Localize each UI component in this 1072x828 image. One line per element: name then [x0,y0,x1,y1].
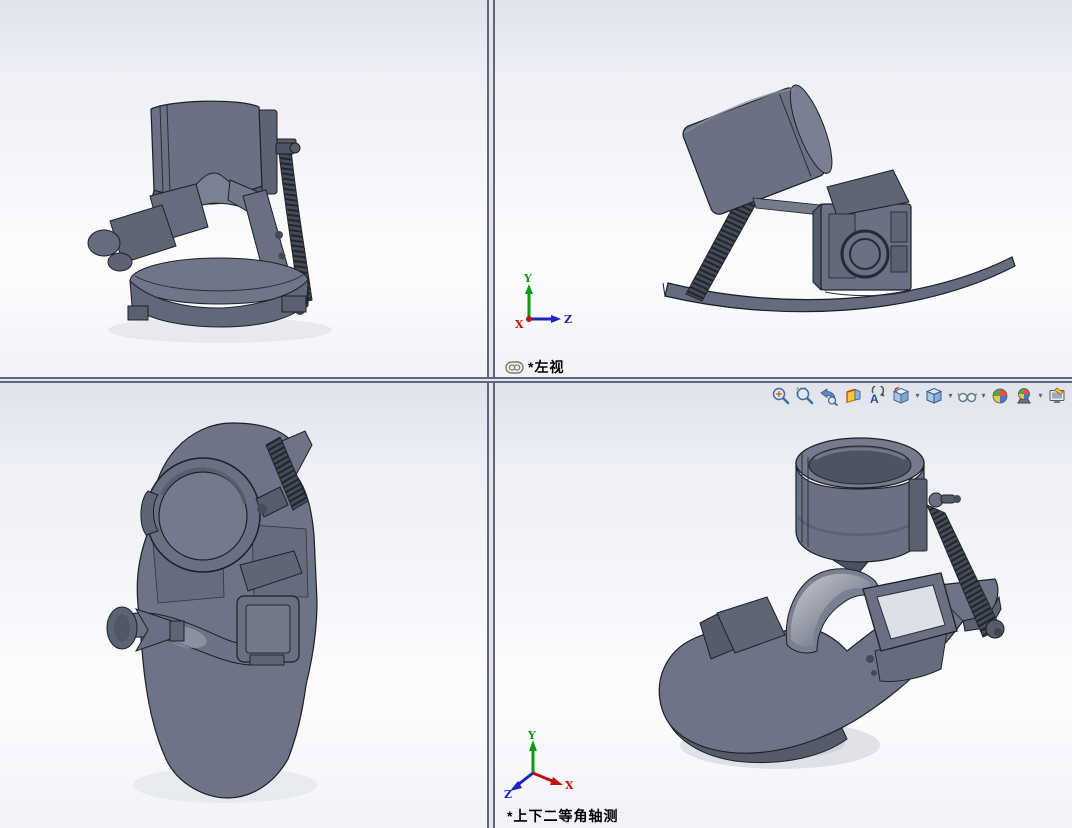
viewport-isometric-view[interactable]: A ▾ ▾ [495,383,1072,828]
hide-show-items-button[interactable] [955,384,979,407]
model-isometric-view [495,383,1072,828]
model-front-view [0,0,487,377]
calf-cuff[interactable] [796,438,961,562]
edit-appearance-icon [990,386,1010,406]
viewport-left-view[interactable]: Y Z X *左视 [495,0,1072,377]
annotation-views-icon: A [867,386,887,406]
viewport-splitter-horizontal[interactable] [0,377,1072,383]
axis-triad: Y Z X [503,270,575,332]
foot-plate[interactable] [128,258,308,327]
zoom-to-fit-button[interactable] [769,384,793,407]
previous-view-icon [819,386,839,406]
axis-y-label: Y [523,272,532,285]
view-label-text: *左视 [528,357,564,377]
annotation-views-button[interactable]: A [865,384,889,407]
calf-cuff[interactable] [680,79,840,216]
viewport-splitter-vertical[interactable] [487,0,495,828]
view-orientation-icon [891,386,911,406]
view-label-text: *上下二等角轴测 [507,806,618,826]
view-settings-icon [1047,386,1067,406]
edit-appearance-button[interactable] [988,384,1012,407]
display-style-button[interactable] [922,384,946,407]
view-orientation-button[interactable] [889,384,913,407]
zoom-to-area-icon [795,386,815,406]
graphics-area: Y Z X *左视 [0,0,1072,828]
view-label: *上下二等角轴测 [507,806,618,826]
view-label: *左视 [505,357,564,377]
axis-z-label: Z [504,788,512,799]
axis-triad: Y X Z [503,729,575,799]
section-view-icon [843,386,863,406]
viewport-top-view[interactable] [0,383,487,828]
view-orientation-dropdown[interactable]: ▾ [913,391,922,400]
axis-x-label: X [515,318,524,331]
apply-scene-icon [1014,386,1034,406]
hide-show-items-dropdown[interactable]: ▾ [979,391,988,400]
zoom-to-area-button[interactable] [793,384,817,407]
model-top-view [0,383,487,828]
axis-z-label: Z [564,313,572,326]
hide-show-items-icon [957,386,977,406]
model-left-view [495,0,1072,377]
section-view-button[interactable] [841,384,865,407]
display-style-icon [924,386,944,406]
svg-text:A: A [870,392,879,406]
apply-scene-button[interactable] [1012,384,1036,407]
apply-scene-dropdown[interactable]: ▾ [1036,391,1045,400]
link-icon [505,361,524,374]
viewport-front-view[interactable] [0,0,487,377]
heads-up-view-toolbar: A ▾ ▾ [769,384,1069,407]
view-settings-button[interactable] [1045,384,1069,407]
axis-y-label: Y [527,729,536,742]
axis-x-label: X [565,779,574,792]
zoom-to-fit-icon [771,386,791,406]
display-style-dropdown[interactable]: ▾ [946,391,955,400]
previous-view-button[interactable] [817,384,841,407]
